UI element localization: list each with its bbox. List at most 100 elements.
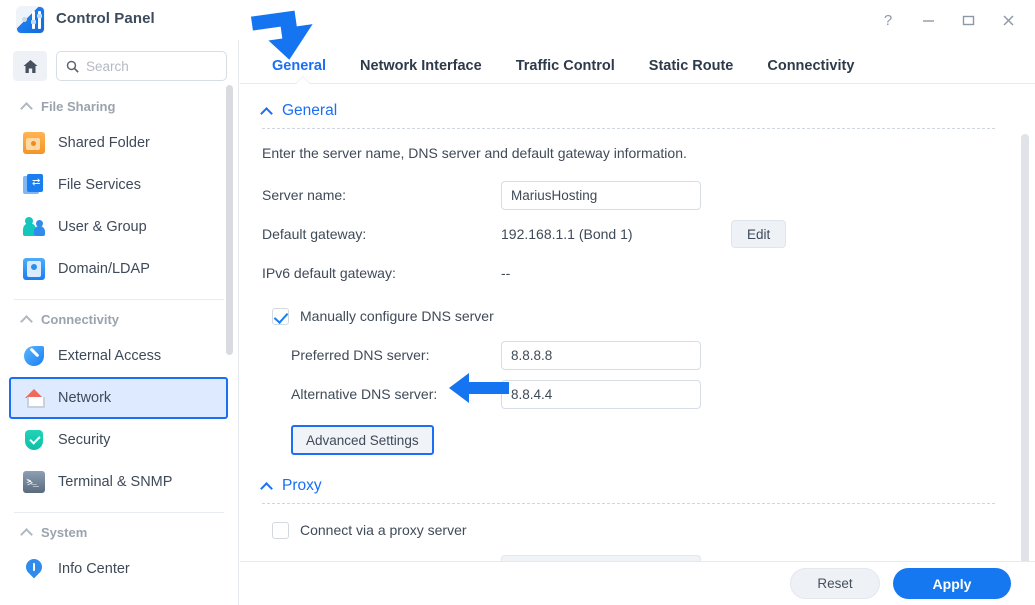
close-button[interactable] (995, 8, 1021, 32)
alternative-dns-input[interactable] (501, 379, 701, 409)
search-input[interactable] (86, 58, 217, 74)
shared-folder-icon (23, 132, 45, 154)
general-description: Enter the server name, DNS server and de… (262, 145, 687, 161)
general-section-title: General (282, 102, 338, 119)
manual-dns-label: Manually configure DNS server (300, 308, 494, 324)
tab-general[interactable]: General (262, 58, 343, 83)
reset-button[interactable]: Reset (790, 568, 880, 599)
general-panel: General Enter the server name, DNS serve… (240, 84, 1035, 564)
sidebar-group-connectivity[interactable]: Connectivity (0, 304, 238, 335)
tab-connectivity[interactable]: Connectivity (750, 58, 871, 83)
section-divider (262, 503, 995, 504)
sidebar-divider (14, 512, 224, 513)
sidebar-group-label: File Sharing (41, 99, 116, 114)
home-icon (23, 59, 37, 73)
sidebar-group-file-sharing[interactable]: File Sharing (0, 91, 238, 122)
sidebar-item-label: Terminal & SNMP (58, 474, 173, 490)
default-gateway-label: Default gateway: (262, 226, 367, 242)
proxy-enable-checkbox[interactable] (272, 521, 289, 539)
sidebar-item-label: Domain/LDAP (58, 261, 150, 277)
terminal-snmp-icon: >_ (23, 471, 45, 493)
proxy-enable-row[interactable]: Connect via a proxy server (272, 514, 995, 546)
default-gateway-value: 192.168.1.1 (Bond 1) (501, 226, 633, 242)
sidebar-item-label: File Services (58, 177, 141, 193)
chevron-up-icon (20, 314, 33, 328)
sidebar-nav: File Sharing Shared Folder ⇄ File Servic… (0, 91, 238, 590)
preferred-dns-row: Preferred DNS server: (262, 338, 995, 372)
sidebar-item-domain-ldap[interactable]: Domain/LDAP (0, 248, 238, 290)
sidebar-item-terminal-snmp[interactable]: >_ Terminal & SNMP (0, 461, 238, 503)
external-access-icon (23, 345, 45, 367)
manual-dns-checkbox[interactable] (272, 307, 289, 325)
proxy-section-title: Proxy (282, 477, 322, 494)
proxy-enable-label: Connect via a proxy server (300, 522, 467, 538)
server-name-row: Server name: (262, 178, 995, 212)
tab-bar: General Network Interface Traffic Contro… (240, 40, 1035, 84)
sidebar-item-security[interactable]: Security (0, 419, 238, 461)
chevron-up-icon (260, 106, 273, 120)
ipv6-gateway-row: IPv6 default gateway: -- (262, 256, 995, 290)
advanced-settings-button[interactable]: Advanced Settings (291, 425, 434, 455)
server-name-input[interactable] (501, 180, 701, 210)
apply-button[interactable]: Apply (893, 568, 1011, 599)
sidebar-item-user-group[interactable]: User & Group (0, 206, 238, 248)
sidebar-item-label: External Access (58, 348, 162, 364)
sidebar-group-label: System (41, 525, 88, 540)
proxy-section-header[interactable]: Proxy (260, 477, 995, 495)
sidebar-item-label: Network (58, 390, 112, 406)
sidebar-divider (14, 299, 224, 300)
edit-gateway-button[interactable]: Edit (731, 220, 787, 248)
chevron-up-icon (260, 481, 273, 495)
sidebar: File Sharing Shared Folder ⇄ File Servic… (0, 40, 239, 605)
chevron-up-icon (20, 101, 33, 115)
maximize-button[interactable] (955, 8, 981, 32)
sidebar-group-label: Connectivity (41, 312, 120, 327)
file-services-icon: ⇄ (23, 174, 45, 196)
home-button[interactable] (13, 51, 47, 81)
control-panel-icon (17, 7, 44, 33)
window-title: Control Panel (56, 10, 155, 27)
preferred-dns-input[interactable] (501, 340, 701, 370)
content-scrollbar[interactable] (1021, 134, 1029, 564)
search-icon (66, 60, 79, 73)
sidebar-item-label: Info Center (58, 561, 130, 577)
tab-network-interface[interactable]: Network Interface (343, 58, 499, 83)
manual-dns-row[interactable]: Manually configure DNS server (272, 300, 995, 332)
security-icon (23, 429, 45, 451)
default-gateway-row: Default gateway: 192.168.1.1 (Bond 1) Ed… (262, 217, 995, 251)
content-area: General Network Interface Traffic Contro… (240, 40, 1035, 605)
tab-static-route[interactable]: Static Route (632, 58, 751, 83)
footer-bar: Reset Apply (240, 561, 1035, 605)
sidebar-item-shared-folder[interactable]: Shared Folder (0, 122, 238, 164)
title-bar: Control Panel ? (0, 0, 1035, 40)
server-name-label: Server name: (262, 187, 347, 203)
control-panel-window: Control Panel ? Search File Sharing Shar… (0, 0, 1035, 605)
network-icon (23, 387, 45, 409)
sidebar-item-label: Shared Folder (58, 135, 150, 151)
tab-traffic-control[interactable]: Traffic Control (499, 58, 632, 83)
chevron-up-icon (20, 527, 33, 541)
sidebar-item-label: Security (58, 432, 111, 448)
sidebar-item-external-access[interactable]: External Access (0, 335, 238, 377)
ipv6-gateway-value: -- (501, 265, 511, 281)
sidebar-item-file-services[interactable]: ⇄ File Services (0, 164, 238, 206)
sidebar-item-label: User & Group (58, 219, 147, 235)
sidebar-scrollbar[interactable] (226, 85, 233, 355)
info-center-icon (23, 558, 45, 580)
alternative-dns-label: Alternative DNS server: (291, 386, 438, 402)
ipv6-gateway-label: IPv6 default gateway: (262, 265, 396, 281)
sidebar-item-network[interactable]: Network (9, 377, 228, 419)
search-box[interactable] (56, 51, 227, 81)
general-section-header[interactable]: General (260, 102, 995, 120)
sidebar-item-info-center[interactable]: Info Center (0, 548, 238, 590)
preferred-dns-label: Preferred DNS server: (291, 347, 430, 363)
sidebar-group-system[interactable]: System (0, 517, 238, 548)
window-controls: ? (875, 8, 1021, 32)
sidebar-toolbar (0, 40, 238, 81)
help-button[interactable]: ? (875, 8, 901, 32)
domain-ldap-icon (23, 258, 45, 280)
user-group-icon (23, 216, 45, 238)
alternative-dns-row: Alternative DNS server: (262, 377, 995, 411)
minimize-button[interactable] (915, 8, 941, 32)
section-divider (262, 128, 995, 129)
